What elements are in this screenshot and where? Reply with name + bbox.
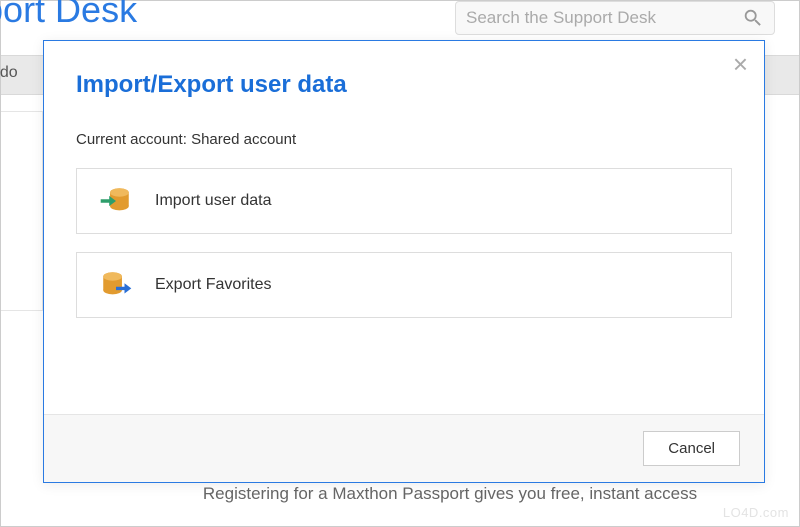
export-database-icon — [99, 268, 133, 302]
tab-fragment: ndo — [0, 64, 18, 82]
import-export-dialog: × Import/Export user data Current accoun… — [43, 40, 765, 483]
import-user-data-option[interactable]: Import user data — [76, 168, 732, 234]
sidebar-fragment — [1, 111, 43, 311]
import-database-icon — [99, 184, 133, 218]
export-option-label: Export Favorites — [155, 276, 271, 294]
import-option-label: Import user data — [155, 192, 272, 210]
account-value: Shared account — [191, 131, 296, 148]
watermark: LO4D.com — [723, 505, 789, 520]
close-icon[interactable]: × — [733, 51, 748, 77]
export-favorites-option[interactable]: Export Favorites — [76, 252, 732, 318]
current-account-line: Current account: Shared account — [76, 131, 732, 148]
body-text-fragment: Registering for a Maxthon Passport gives… — [121, 481, 779, 507]
dialog-title: Import/Export user data — [76, 71, 732, 99]
page-title-fragment: pport Desk — [0, 0, 137, 31]
search-box[interactable]: Search the Support Desk — [455, 1, 775, 35]
search-icon — [742, 7, 764, 29]
cancel-button[interactable]: Cancel — [643, 431, 740, 466]
dialog-footer: Cancel — [44, 414, 764, 482]
search-placeholder: Search the Support Desk — [466, 8, 742, 28]
account-label: Current account: — [76, 131, 187, 148]
